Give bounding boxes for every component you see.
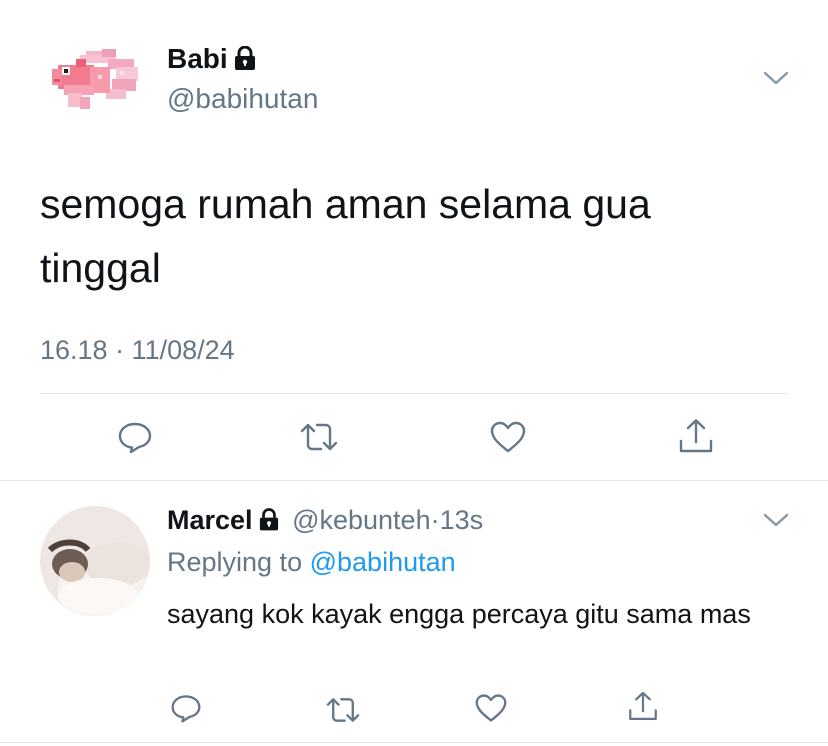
reply-text: sayang kok kayak engga percaya gitu sama… — [167, 599, 751, 629]
like-icon[interactable] — [474, 692, 508, 724]
replying-to-handle[interactable]: @babihutan — [310, 547, 456, 577]
author-name[interactable]: Babi — [167, 42, 256, 76]
author-handle[interactable]: @babihutan — [167, 82, 318, 116]
reply-header: Marcel @kebunteh·13s — [167, 503, 483, 537]
retweet-icon[interactable] — [324, 694, 362, 726]
share-icon[interactable] — [626, 690, 660, 724]
avatar[interactable] — [46, 45, 142, 115]
retweet-icon[interactable] — [298, 419, 340, 455]
lock-icon — [259, 508, 279, 531]
like-icon[interactable] — [489, 419, 527, 455]
chevron-down-icon[interactable] — [762, 68, 790, 88]
divider — [40, 393, 788, 394]
chevron-down-icon[interactable] — [762, 510, 790, 530]
reply-icon[interactable] — [170, 692, 202, 724]
reply-icon[interactable] — [117, 419, 153, 455]
reply-time[interactable]: 13s — [440, 505, 484, 535]
lock-icon — [234, 46, 256, 70]
separator-dot: · — [430, 505, 440, 535]
tweet-text: semoga rumah aman selama gua tinggal — [40, 181, 651, 291]
reply-author-handle[interactable]: @kebunteh — [292, 505, 431, 535]
reply-author-name[interactable]: Marcel — [167, 505, 253, 535]
share-icon[interactable] — [676, 417, 716, 457]
replying-to-label: Replying to — [167, 547, 303, 577]
author-name-text: Babi — [167, 43, 228, 74]
divider — [0, 480, 828, 481]
replying-to: Replying to @babihutan — [167, 545, 456, 579]
tweet-timestamp[interactable]: 16.18 · 11/08/24 — [40, 333, 235, 367]
divider — [0, 742, 828, 743]
avatar[interactable] — [40, 506, 150, 616]
